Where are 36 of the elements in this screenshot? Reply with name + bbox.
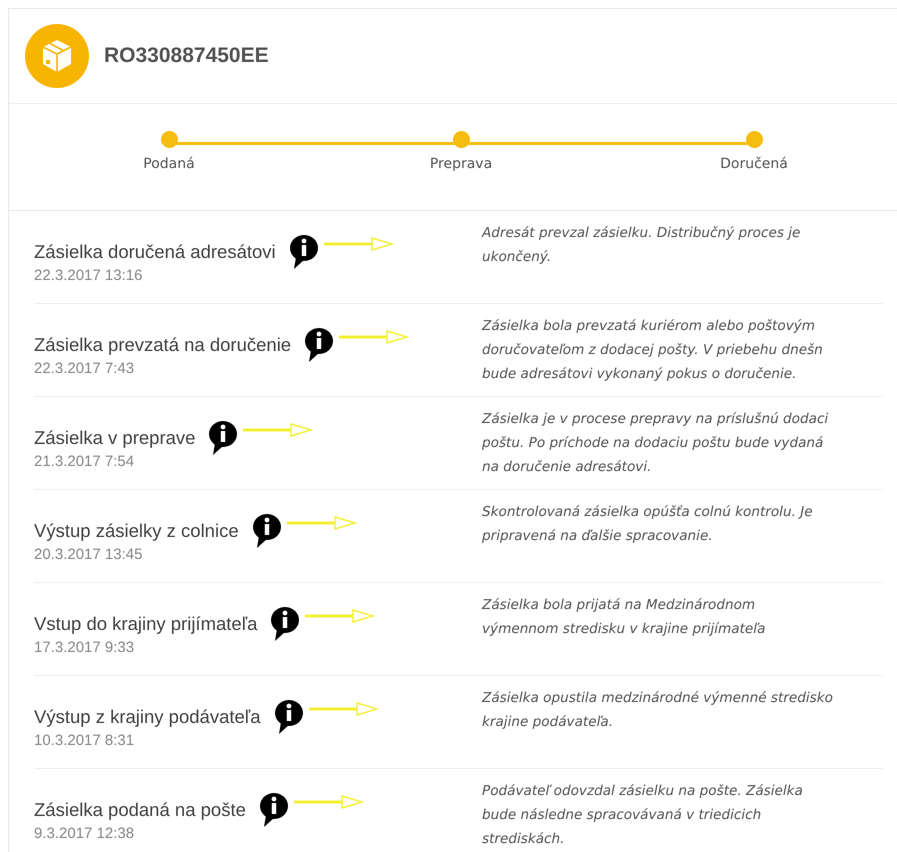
arrow-icon xyxy=(308,702,378,716)
event-description: Adresát prevzal zásielku. Distribučný proces je ukončený. xyxy=(482,224,800,267)
event-title: Zásielka prevzatá na doručenie xyxy=(34,334,292,356)
arrow-icon xyxy=(286,516,357,530)
event-date: 22.3.2017 13:16 xyxy=(34,267,144,284)
tracking-number: RO330887450EE xyxy=(104,44,269,68)
event-date: 9.3.2017 12:38 xyxy=(34,825,136,842)
event-description: Podávateľ odovzdal zásielku na pošte. Zásielka bude následne spracovávaná v triedicich strediskách. xyxy=(482,782,803,849)
event-title: Výstup z krajiny podávateľa xyxy=(34,706,260,728)
event-title: Výstup zásielky z colnice xyxy=(34,520,239,542)
step-dot xyxy=(746,131,762,148)
step-dot xyxy=(452,131,470,148)
package-icon xyxy=(25,24,89,88)
event-description: Skontrolovaná zásielka opúšťa colnú kontrolu. Je pripravená na ďalšie spracovanie. xyxy=(482,503,813,546)
step-dot xyxy=(160,131,178,148)
event-title: Zásielka v preprave xyxy=(34,427,196,449)
arrow-icon xyxy=(294,795,364,809)
event-date: 22.3.2017 7:43 xyxy=(34,360,136,377)
step-label: Preprava xyxy=(430,156,492,172)
event-date: 10.3.2017 8:31 xyxy=(34,732,136,749)
step-label: Doručená xyxy=(720,156,788,172)
event-title: Zásielka doručená adresátovi xyxy=(34,241,276,263)
arrow-icon xyxy=(243,423,314,437)
event-description: Zásielka bola prijatá na Medzinárodnom výmennom stredisku v krajine prijímateľa xyxy=(482,596,766,639)
event-title: Zásielka podaná na pošte xyxy=(34,799,246,821)
event-date: 17.3.2017 9:33 xyxy=(34,639,136,656)
arrow-icon xyxy=(324,237,394,251)
arrow-icon xyxy=(305,609,376,623)
event-description: Zásielka bola prevzatá kuriérom alebo poštovým doručovateľom z dodacej pošty. V priebehu dnešn bude adresátovi vykonaný pokus o doručenie. xyxy=(482,317,823,384)
event-date: 20.3.2017 13:45 xyxy=(34,546,144,563)
event-date: 21.3.2017 7:54 xyxy=(34,453,136,470)
event-description: Zásielka opustila medzinárodné výmenné stredisko krajine podávateľa. xyxy=(482,689,833,732)
event-description: Zásielka je v procese prepravy na príslušnú dodaci poštu. Po príchode na dodaciu poštu bude vydaná na doručenie adresátovi. xyxy=(482,410,828,477)
arrow-icon xyxy=(339,330,410,344)
event-title: Vstup do krajiny prijímateľa xyxy=(34,613,258,635)
step-label: Podaná xyxy=(143,156,195,172)
